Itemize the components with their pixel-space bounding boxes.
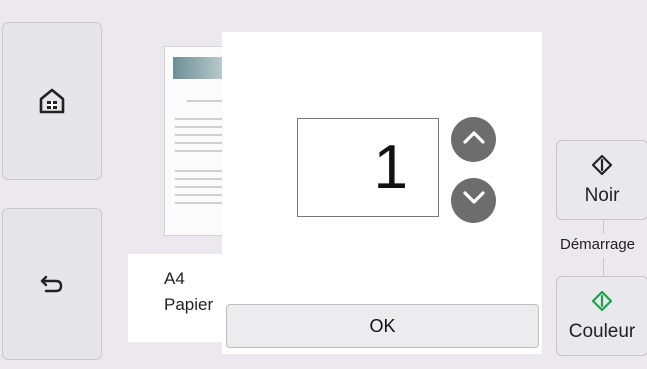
start-black-button[interactable]: Noir	[556, 140, 647, 220]
start-diamond-green-icon	[591, 290, 613, 317]
ok-button-label: OK	[369, 315, 396, 336]
start-diamond-icon	[591, 154, 613, 181]
start-connector-bottom	[603, 258, 604, 276]
copies-count-value: 1	[373, 133, 408, 202]
back-button[interactable]	[2, 208, 102, 360]
decrease-copies-button[interactable]	[451, 178, 496, 223]
chevron-down-icon	[462, 190, 486, 211]
start-connector-top	[603, 220, 604, 234]
chevron-up-icon	[462, 129, 486, 150]
copies-count-field[interactable]: 1	[297, 118, 439, 217]
ok-button[interactable]: OK	[226, 304, 539, 348]
start-color-label: Couleur	[568, 320, 636, 342]
start-black-label: Noir	[584, 184, 620, 206]
increase-copies-button[interactable]	[451, 117, 496, 162]
home-button[interactable]	[2, 22, 102, 180]
back-icon	[40, 273, 64, 295]
start-color-button[interactable]: Couleur	[556, 276, 647, 356]
home-icon	[39, 88, 65, 114]
start-group-label: Démarrage	[560, 236, 636, 253]
